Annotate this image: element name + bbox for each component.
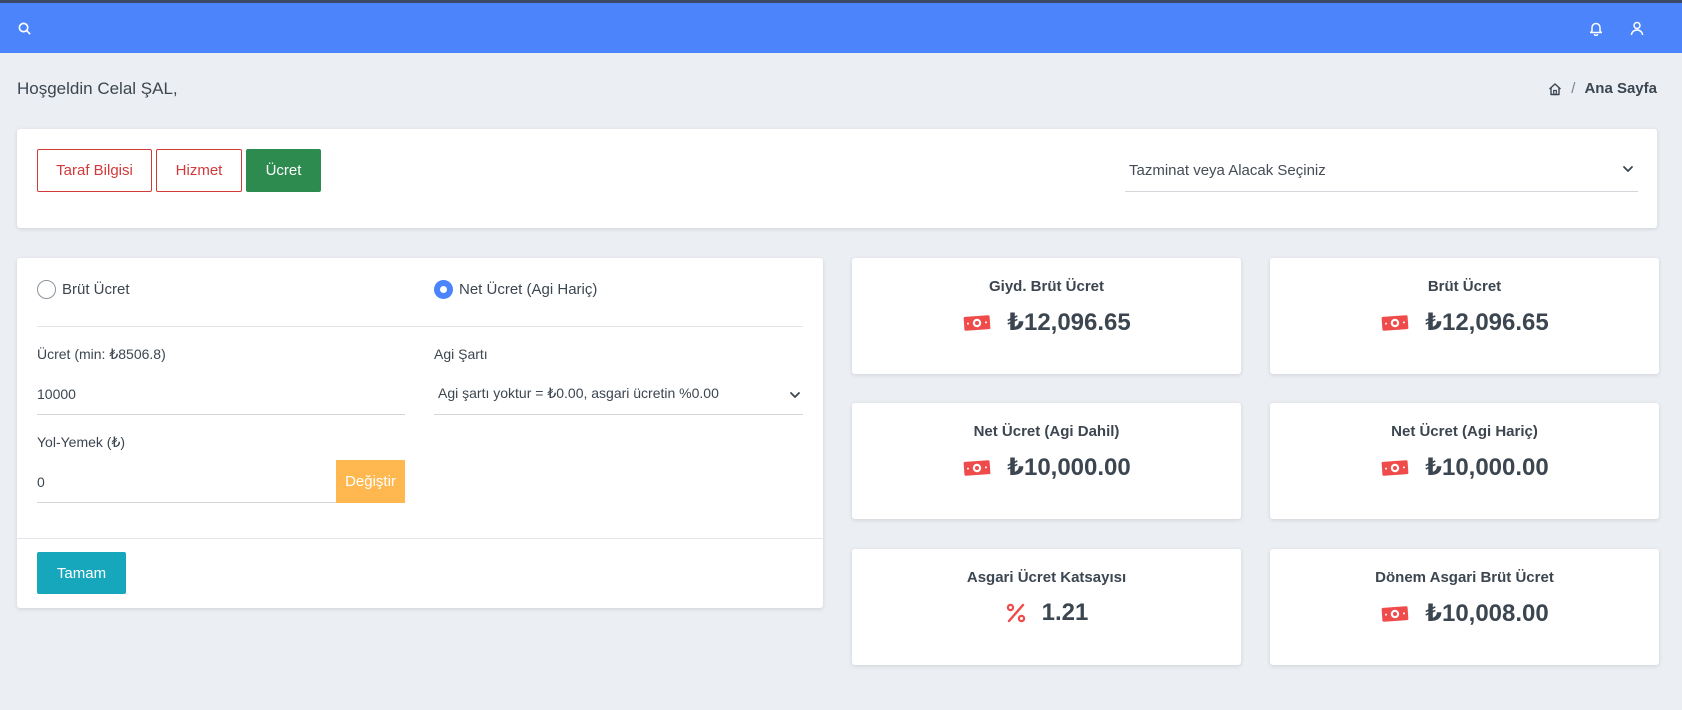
- user-icon[interactable]: [1628, 19, 1646, 37]
- tazminat-select[interactable]: Tazminat veya Alacak Seçiniz: [1125, 149, 1638, 192]
- divider: [37, 326, 803, 327]
- percent-icon: [1005, 602, 1027, 624]
- stat-title: Brüt Ücret: [1427, 278, 1502, 295]
- search-icon[interactable]: [15, 19, 33, 37]
- yol-yemek-label: Yol-Yemek (₺): [37, 434, 126, 450]
- ucret-form-card: Brüt Ücret Net Ücret (Agi Hariç) Ücret (…: [17, 258, 823, 608]
- bell-icon[interactable]: [1587, 19, 1605, 37]
- stat-card-giyd-brut: Giyd. Brüt Ücret ₺12,096.65: [852, 258, 1241, 374]
- stat-title: Asgari Ücret Katsayısı: [966, 569, 1127, 586]
- taraf-bilgisi-button[interactable]: Taraf Bilgisi: [37, 149, 152, 192]
- money-icon: [962, 313, 992, 333]
- stat-value: 1.21: [1041, 599, 1089, 626]
- breadcrumb: / Ana Sayfa: [1548, 80, 1657, 97]
- stat-title: Net Ücret (Agi Dahil): [973, 423, 1120, 440]
- stat-card-katsayi: Asgari Ücret Katsayısı 1.21: [852, 549, 1241, 665]
- chevron-down-icon: [789, 388, 801, 404]
- stat-title: Dönem Asgari Brüt Ücret: [1375, 569, 1554, 586]
- stat-value: ₺12,096.65: [1007, 309, 1131, 336]
- stat-value: ₺10,000.00: [1425, 454, 1549, 481]
- money-icon: [1380, 458, 1410, 478]
- brut-ucret-label: Brüt Ücret: [62, 281, 130, 298]
- ucret-label: Ücret (min: ₺8506.8): [37, 346, 166, 362]
- top-navbar: [0, 0, 1682, 53]
- money-icon: [962, 458, 992, 478]
- tazminat-select-value: Tazminat veya Alacak Seçiniz: [1129, 161, 1326, 179]
- brut-ucret-radio[interactable]: Brüt Ücret: [37, 280, 130, 299]
- radio-checked-icon: [434, 280, 453, 299]
- tabs-card: Taraf Bilgisi Hizmet Ücret Tazminat veya…: [17, 129, 1657, 228]
- money-icon: [1380, 604, 1410, 624]
- stat-card-net-haric: Net Ücret (Agi Hariç) ₺10,000.00: [1270, 403, 1659, 519]
- stat-value: ₺12,096.65: [1425, 309, 1549, 336]
- chevron-down-icon: [1622, 162, 1634, 179]
- agi-sarti-label: Agi Şartı: [434, 346, 488, 362]
- ucret-button[interactable]: Ücret: [246, 149, 321, 192]
- stat-value: ₺10,008.00: [1425, 600, 1549, 627]
- stat-card-donem: Dönem Asgari Brüt Ücret ₺10,008.00: [1270, 549, 1659, 665]
- breadcrumb-separator: /: [1571, 80, 1576, 97]
- breadcrumb-current: Ana Sayfa: [1584, 80, 1657, 97]
- agi-sarti-value: Agi şartı yoktur = ₺0.00, asgari ücretin…: [438, 385, 719, 401]
- divider: [17, 538, 823, 539]
- net-ucret-radio[interactable]: Net Ücret (Agi Hariç): [434, 280, 597, 299]
- home-icon[interactable]: [1548, 82, 1562, 96]
- ucret-input[interactable]: 10000: [37, 373, 405, 415]
- stat-title: Giyd. Brüt Ücret: [988, 278, 1105, 295]
- yol-yemek-input[interactable]: 0: [37, 461, 337, 503]
- welcome-text: Hoşgeldin Celal ŞAL,: [17, 79, 178, 98]
- hizmet-button[interactable]: Hizmet: [156, 149, 242, 192]
- degistir-button[interactable]: Değiştir: [336, 460, 405, 503]
- stat-card-brut: Brüt Ücret ₺12,096.65: [1270, 258, 1659, 374]
- stat-title: Net Ücret (Agi Hariç): [1391, 423, 1538, 440]
- stat-value: ₺10,000.00: [1007, 454, 1131, 481]
- stat-card-net-dahil: Net Ücret (Agi Dahil) ₺10,000.00: [852, 403, 1241, 519]
- tamam-button[interactable]: Tamam: [37, 552, 126, 594]
- agi-sarti-select[interactable]: Agi şartı yoktur = ₺0.00, asgari ücretin…: [434, 373, 803, 415]
- radio-unchecked-icon: [37, 280, 56, 299]
- money-icon: [1380, 313, 1410, 333]
- net-ucret-label: Net Ücret (Agi Hariç): [459, 281, 598, 298]
